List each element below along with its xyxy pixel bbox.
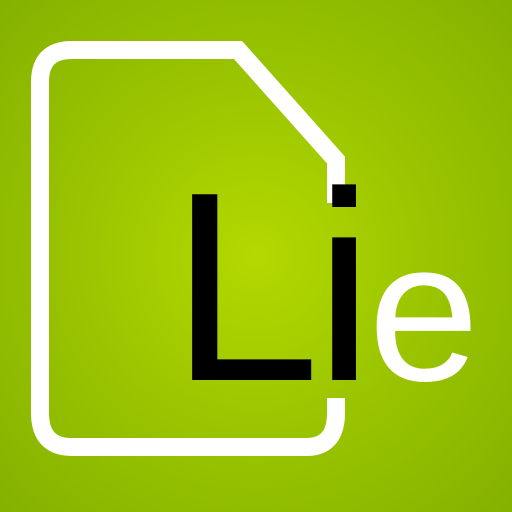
logo-letter-i: i — [314, 137, 374, 438]
app-icon[interactable]: Lie — [0, 0, 512, 512]
logo-wordmark: Lie — [170, 137, 479, 438]
logo-letter-l: L — [170, 137, 320, 438]
logo-letter-e: e — [368, 200, 479, 423]
